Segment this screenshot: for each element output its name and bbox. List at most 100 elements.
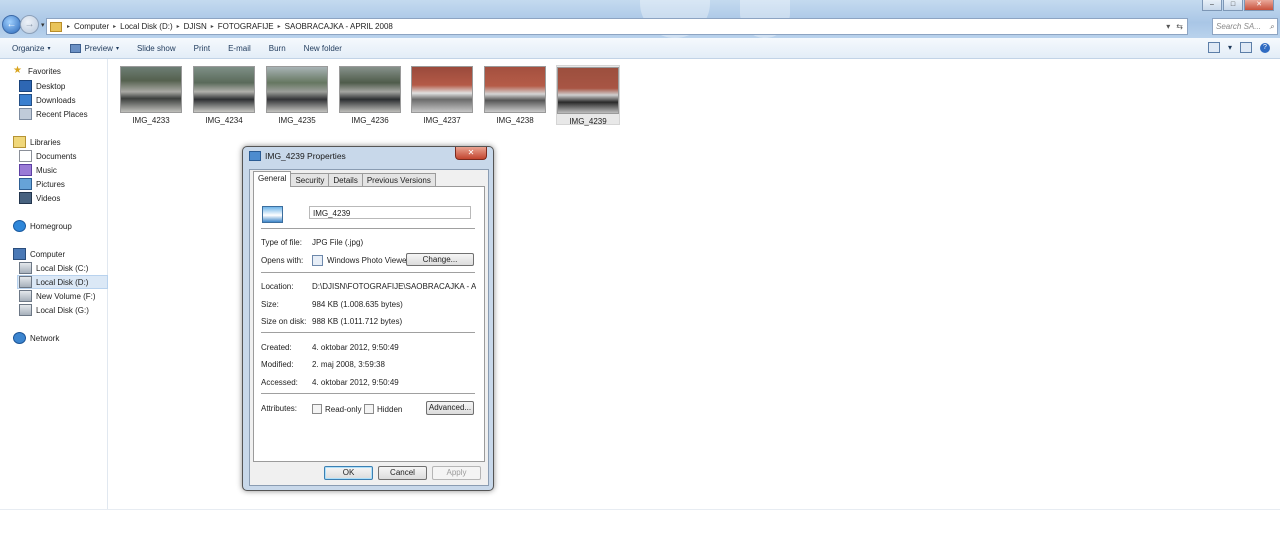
forward-button[interactable]: → bbox=[20, 15, 39, 34]
tab-general[interactable]: General bbox=[253, 171, 292, 187]
close-dialog-button[interactable]: ✕ bbox=[455, 147, 487, 160]
change-view-icon[interactable] bbox=[1207, 42, 1220, 53]
computer-icon bbox=[13, 248, 26, 260]
preview-button[interactable]: Preview ▾ bbox=[70, 43, 119, 53]
command-bar: Organize ▾ Preview ▾ Slide show Print E-… bbox=[0, 38, 1280, 59]
dialog-body: General Security Details Previous Versio… bbox=[249, 169, 489, 486]
sidebar-item-local-disk-g[interactable]: Local Disk (G:) bbox=[19, 304, 89, 316]
breadcrumb-saobracajka[interactable]: SAOBRACAJKA - APRIL 2008 bbox=[285, 22, 393, 31]
divider bbox=[261, 272, 475, 273]
accessed-label: Accessed: bbox=[261, 378, 298, 387]
homegroup-icon bbox=[13, 220, 26, 232]
change-button[interactable]: Change... bbox=[406, 253, 474, 266]
tab-previous-versions[interactable]: Previous Versions bbox=[361, 173, 436, 187]
chevron-down-icon: ▾ bbox=[115, 45, 119, 52]
accessed-value: 4. oktobar 2012, 9:50:49 bbox=[312, 378, 399, 387]
navigation-pane: ★ Favorites Desktop Downloads Recent Pla… bbox=[0, 59, 108, 509]
file-thumbnail[interactable]: IMG_4235 bbox=[266, 65, 328, 125]
breadcrumb-separator[interactable]: ▸ bbox=[211, 23, 214, 30]
breadcrumb-local-disk-d[interactable]: Local Disk (D:) bbox=[120, 22, 172, 31]
breadcrumb-separator[interactable]: ▸ bbox=[113, 23, 116, 30]
refresh-icon[interactable]: ⇆ bbox=[1176, 22, 1183, 31]
read-only-checkbox[interactable]: Read-only bbox=[312, 404, 361, 414]
file-name: IMG_4235 bbox=[278, 116, 316, 125]
file-thumbnail-selected[interactable]: IMG_4239 bbox=[556, 65, 620, 126]
sidebar-item-downloads[interactable]: Downloads bbox=[19, 94, 76, 106]
apply-button[interactable]: Apply bbox=[432, 466, 481, 480]
back-button[interactable]: ← bbox=[2, 15, 21, 34]
file-thumbnail[interactable]: IMG_4233 bbox=[120, 65, 182, 125]
file-thumbnail[interactable]: IMG_4238 bbox=[484, 65, 546, 125]
file-name: IMG_4236 bbox=[351, 116, 389, 125]
image-file-icon bbox=[249, 151, 261, 161]
sidebar-item-videos[interactable]: Videos bbox=[19, 192, 60, 204]
vertical-scrollbar[interactable] bbox=[1266, 59, 1280, 509]
file-name-field[interactable]: IMG_4239 bbox=[309, 206, 471, 219]
sidebar-item-libraries[interactable]: Libraries bbox=[13, 136, 61, 148]
size-on-disk-label: Size on disk: bbox=[261, 317, 307, 326]
breadcrumb-fotografije[interactable]: FOTOGRAFIJE bbox=[218, 22, 274, 31]
breadcrumb-separator[interactable]: ▸ bbox=[177, 23, 180, 30]
cancel-button[interactable]: Cancel bbox=[378, 466, 427, 480]
help-icon[interactable]: ? bbox=[1260, 42, 1270, 53]
star-icon: ★ bbox=[13, 65, 22, 76]
tab-strip: General Security Details Previous Versio… bbox=[253, 171, 436, 187]
jpg-file-icon bbox=[262, 206, 283, 223]
file-thumbnail[interactable]: IMG_4234 bbox=[193, 65, 255, 125]
divider bbox=[261, 332, 475, 333]
sidebar-item-new-volume-f[interactable]: New Volume (F:) bbox=[19, 290, 96, 302]
opens-with-value: Windows Photo Viewer bbox=[312, 255, 409, 266]
sidebar-item-music[interactable]: Music bbox=[19, 164, 57, 176]
sidebar-item-computer[interactable]: Computer bbox=[13, 248, 65, 260]
breadcrumb-separator[interactable]: ▸ bbox=[67, 23, 70, 30]
file-thumbnail[interactable]: IMG_4236 bbox=[339, 65, 401, 125]
photo-preview bbox=[411, 66, 473, 113]
tab-security[interactable]: Security bbox=[290, 173, 330, 187]
sidebar-item-local-disk-c[interactable]: Local Disk (C:) bbox=[19, 262, 88, 274]
search-icon[interactable]: ⌕ bbox=[1267, 22, 1277, 32]
libraries-icon bbox=[13, 136, 26, 148]
sidebar-label: Local Disk (G:) bbox=[36, 305, 89, 315]
close-window-button[interactable]: ✕ bbox=[1244, 0, 1274, 11]
email-button[interactable]: E-mail bbox=[228, 44, 251, 53]
file-thumbnail[interactable]: IMG_4237 bbox=[411, 65, 473, 125]
sidebar-item-pictures[interactable]: Pictures bbox=[19, 178, 65, 190]
sidebar-item-network[interactable]: Network bbox=[13, 332, 59, 344]
breadcrumb-djisn[interactable]: DJISN bbox=[184, 22, 207, 31]
slideshow-button[interactable]: Slide show bbox=[137, 44, 176, 53]
general-tab-panel: IMG_4239 Type of file: JPG File (.jpg) O… bbox=[253, 186, 485, 462]
view-options-dropdown[interactable]: ▾ bbox=[1228, 43, 1232, 52]
sidebar-label: Pictures bbox=[36, 179, 65, 189]
preview-pane-icon[interactable] bbox=[1240, 42, 1252, 53]
maximize-button[interactable]: □ bbox=[1223, 0, 1243, 11]
organize-button[interactable]: Organize ▾ bbox=[12, 44, 50, 53]
sidebar-item-desktop[interactable]: Desktop bbox=[19, 80, 65, 92]
photo-preview bbox=[339, 66, 401, 113]
breadcrumb-separator[interactable]: ▸ bbox=[278, 23, 281, 30]
address-bar[interactable]: ▸ Computer ▸ Local Disk (D:) ▸ DJISN ▸ F… bbox=[46, 18, 1188, 35]
sidebar-item-favorites[interactable]: ★ Favorites bbox=[13, 66, 61, 76]
photo-viewer-icon bbox=[312, 255, 323, 266]
breadcrumb-computer[interactable]: Computer bbox=[74, 22, 109, 31]
divider bbox=[261, 228, 475, 229]
checkbox-box[interactable] bbox=[312, 404, 322, 414]
checkbox-box[interactable] bbox=[364, 404, 374, 414]
advanced-button[interactable]: Advanced... bbox=[426, 401, 474, 415]
tab-details[interactable]: Details bbox=[328, 173, 363, 187]
new-folder-button[interactable]: New folder bbox=[304, 44, 342, 53]
hidden-checkbox[interactable]: Hidden bbox=[364, 404, 402, 414]
sidebar-item-homegroup[interactable]: Homegroup bbox=[13, 220, 72, 232]
sidebar-item-local-disk-d[interactable]: Local Disk (D:) bbox=[17, 275, 108, 289]
ok-button[interactable]: OK bbox=[324, 466, 373, 480]
print-button[interactable]: Print bbox=[194, 44, 210, 53]
sidebar-item-documents[interactable]: Documents bbox=[19, 150, 76, 162]
search-input[interactable]: Search SA... bbox=[1213, 22, 1267, 31]
recent-pages-dropdown[interactable]: ▾ bbox=[41, 21, 45, 29]
burn-button[interactable]: Burn bbox=[269, 44, 286, 53]
search-box[interactable]: Search SA... ⌕ bbox=[1212, 18, 1278, 35]
minimize-button[interactable]: – bbox=[1202, 0, 1222, 11]
address-history-dropdown[interactable]: ▾ bbox=[1166, 22, 1170, 31]
sidebar-item-recent-places[interactable]: Recent Places bbox=[19, 108, 88, 120]
dialog-title-bar: IMG_4239 Properties bbox=[249, 151, 346, 161]
sidebar-label: Music bbox=[36, 165, 57, 175]
